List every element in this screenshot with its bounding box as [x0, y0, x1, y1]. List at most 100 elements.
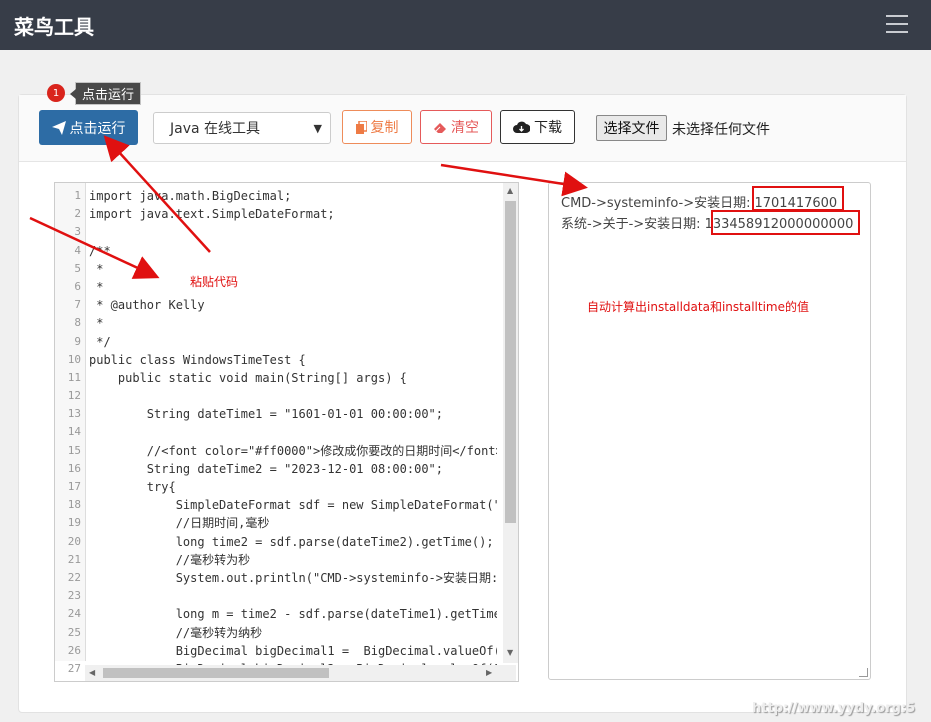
download-button[interactable]: 下载	[500, 110, 575, 144]
code-line[interactable]: 21 //毫秒转为秒	[55, 551, 501, 569]
line-content: String dateTime1 = "1601-01-01 00:00:00"…	[89, 407, 444, 422]
file-status-text: 未选择任何文件	[672, 122, 770, 138]
line-number: 18	[67, 498, 81, 512]
code-line[interactable]: 19 //日期时间,毫秒	[55, 514, 501, 532]
code-line[interactable]: 5 *	[55, 260, 501, 278]
language-select[interactable]: Java 在线工具 ▼	[153, 112, 331, 144]
code-line[interactable]: 10 public class WindowsTimeTest {	[55, 351, 501, 369]
line-number: 21	[67, 552, 81, 566]
code-line[interactable]: 23	[55, 587, 501, 605]
line-number: 6	[74, 279, 81, 293]
line-content: *	[89, 261, 104, 276]
line-number: 7	[74, 298, 81, 312]
line-content: String dateTime2 = "2023-12-01 08:00:00"…	[89, 461, 444, 476]
line-number: 4	[74, 243, 81, 257]
code-line[interactable]: 22 System.out.println("CMD->systeminfo->…	[55, 569, 501, 587]
download-button-label: 下载	[534, 120, 562, 136]
copy-button[interactable]: 复制	[342, 110, 412, 144]
code-line[interactable]: 17 try{	[55, 478, 501, 496]
line-number: 11	[67, 370, 81, 384]
line-content: BigDecimal bigDecimal1 = BigDecimal.valu…	[89, 643, 497, 658]
run-button-label: 点击运行	[69, 120, 126, 137]
code-line[interactable]: 12	[55, 387, 501, 405]
line-content: *	[89, 279, 104, 294]
clear-button-label: 清空	[451, 120, 479, 136]
code-line[interactable]: 25 //毫秒转为纳秒	[55, 624, 501, 642]
line-content: long time2 = sdf.parse(dateTime2).getTim…	[89, 534, 494, 549]
scroll-left-icon[interactable]: ◀	[89, 668, 95, 677]
code-line[interactable]: 14	[55, 423, 501, 441]
code-line[interactable]: 16 String dateTime2 = "2023-12-01 08:00:…	[55, 460, 501, 478]
code-line[interactable]: 13 String dateTime1 = "1601-01-01 00:00:…	[55, 405, 501, 423]
brand-logo[interactable]: 菜鸟工具	[14, 11, 94, 40]
code-line[interactable]: 15 //<font color="#ff0000">修改成你要改的日期时间</…	[55, 442, 501, 460]
code-line[interactable]: 11 public static void main(String[] args…	[55, 369, 501, 387]
scroll-down-icon[interactable]: ▼	[507, 648, 513, 657]
code-line[interactable]: 18 SimpleDateFormat sdf = new SimpleDate…	[55, 496, 501, 514]
output-line-1-prefix: CMD->systeminfo->安装日期:	[561, 196, 751, 211]
code-editor[interactable]: 1 import java.math.BigDecimal; 2 import jav…	[54, 182, 519, 682]
code-line[interactable]: 4 /**	[55, 242, 501, 260]
highlight-box-2	[711, 210, 860, 235]
code-line[interactable]: 24 long m = time2 - sdf.parse(dateTime1)…	[55, 605, 501, 623]
auto-calc-annotation: 自动计算出installdata和installtime的值	[587, 300, 809, 314]
run-button[interactable]: 点击运行	[39, 110, 138, 145]
line-number: 8	[74, 316, 81, 330]
line-content: */	[89, 334, 111, 349]
watermark: http://www.yydy.org:5	[752, 701, 916, 716]
code-line[interactable]: 1 import java.math.BigDecimal;	[55, 187, 501, 205]
highlight-box-1	[752, 186, 844, 211]
line-number: 15	[67, 443, 81, 457]
line-content: //毫秒转为秒	[89, 552, 251, 567]
copy-icon	[355, 120, 367, 134]
clear-button[interactable]: 清空	[420, 110, 492, 144]
code-line[interactable]: 7 * @author Kelly	[55, 296, 501, 314]
line-content: * @author Kelly	[89, 298, 205, 313]
line-number: 10	[67, 352, 81, 366]
horizontal-scroll-thumb[interactable]	[103, 668, 329, 678]
line-number: 1	[74, 189, 81, 202]
code-lines[interactable]: 1 import java.math.BigDecimal; 2 import jav…	[55, 187, 501, 678]
resize-handle[interactable]	[859, 668, 868, 677]
cloud-download-icon	[513, 121, 530, 133]
line-number: 2	[74, 207, 81, 221]
output-panel[interactable]: CMD->systeminfo->安装日期: 1701417600 系统->关于-…	[548, 182, 871, 680]
choose-file-button[interactable]: 选择文件	[596, 115, 667, 141]
copy-button-label: 复制	[370, 120, 399, 136]
line-number: 14	[67, 425, 81, 439]
step-badge: 1	[47, 84, 65, 102]
vertical-scroll-thumb[interactable]	[505, 201, 516, 523]
chevron-down-icon: ▼	[313, 122, 322, 135]
top-navbar: 菜鸟工具	[0, 0, 931, 50]
code-line[interactable]: 3	[55, 223, 501, 241]
code-line[interactable]: 26 BigDecimal bigDecimal1 = BigDecimal.v…	[55, 642, 501, 660]
scroll-up-icon[interactable]: ▲	[507, 186, 513, 195]
paste-code-annotation: 粘贴代码	[190, 275, 239, 289]
line-number: 16	[67, 461, 81, 475]
code-line[interactable]: 9 */	[55, 333, 501, 351]
line-number: 9	[74, 334, 81, 348]
scroll-right-icon[interactable]: ▶	[486, 668, 492, 677]
horizontal-scrollbar[interactable]: ◀ ▶	[85, 665, 516, 681]
line-number: 12	[67, 389, 81, 403]
line-content: //毫秒转为纳秒	[89, 625, 263, 640]
line-content: //<font color="#ff0000">修改成你要改的日期时间</fon…	[89, 443, 497, 458]
code-line[interactable]: 6 *	[55, 278, 501, 296]
line-number: 17	[67, 480, 81, 493]
paper-plane-icon	[51, 120, 66, 135]
line-number: 26	[67, 643, 81, 657]
menu-icon[interactable]	[886, 15, 908, 33]
vertical-scrollbar[interactable]: ▲ ▼	[503, 183, 518, 663]
code-line[interactable]: 8 *	[55, 314, 501, 332]
eraser-icon	[434, 122, 446, 133]
language-select-value: Java 在线工具	[170, 121, 261, 137]
code-line[interactable]: 2 import java.text.SimpleDateFormat;	[55, 205, 501, 223]
run-tooltip: 点击运行	[69, 82, 142, 105]
line-content: public static void main(String[] args) {	[89, 370, 407, 385]
line-content: import java.math.BigDecimal;	[89, 189, 292, 203]
line-content: SimpleDateFormat sdf = new SimpleDateFor…	[175, 498, 497, 513]
line-number: 23	[67, 589, 81, 603]
line-content: public class WindowsTimeTest {	[89, 352, 306, 367]
code-line[interactable]: 20 long time2 = sdf.parse(dateTime2).get…	[55, 533, 501, 551]
line-content: *	[89, 316, 104, 331]
